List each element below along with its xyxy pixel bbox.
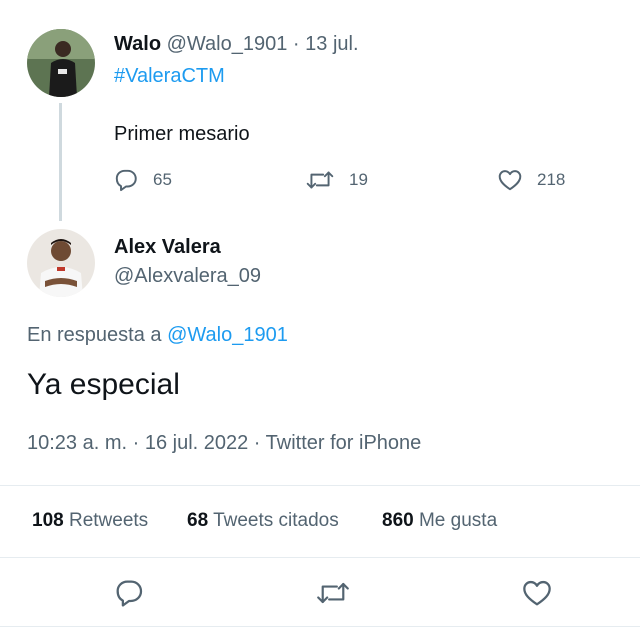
avatar-alex-valera-image bbox=[27, 229, 95, 297]
stat-quote-tweets[interactable]: 68 Tweets citados bbox=[187, 510, 339, 532]
parent-author-handle[interactable]: @Walo_1901 bbox=[167, 33, 288, 55]
reply-icon bbox=[116, 580, 143, 607]
stat-retweets-count: 108 bbox=[32, 510, 64, 531]
parent-reply-count: 65 bbox=[153, 170, 172, 189]
retweet-icon bbox=[306, 171, 334, 189]
stat-quotes-label: Tweets citados bbox=[213, 510, 339, 531]
parent-like-action[interactable]: 218 bbox=[497, 167, 565, 193]
parent-date[interactable]: 13 jul. bbox=[305, 33, 358, 55]
stat-retweets-label: Retweets bbox=[68, 510, 149, 531]
main-like-button[interactable] bbox=[521, 577, 553, 614]
parent-hashtag[interactable]: #ValeraCTM bbox=[114, 65, 225, 88]
parent-retweet-count: 19 bbox=[349, 170, 368, 189]
stat-quotes-count: 68 bbox=[187, 510, 209, 531]
main-retweet-button[interactable] bbox=[315, 577, 351, 614]
stat-likes[interactable]: 860 Me gusta bbox=[382, 510, 497, 532]
parent-separator: · bbox=[292, 33, 300, 55]
parent-tweet-header: Walo @Walo_1901 · 13 jul. bbox=[114, 33, 359, 56]
retweet-icon bbox=[317, 582, 349, 604]
stat-likes-count: 860 bbox=[382, 510, 414, 531]
reply-icon bbox=[115, 169, 137, 192]
parent-author-name[interactable]: Walo bbox=[114, 33, 161, 55]
heart-icon bbox=[523, 580, 551, 606]
parent-like-count: 218 bbox=[537, 170, 566, 189]
main-tweet-meta[interactable]: 10:23 a. m. · 16 jul. 2022 · Twitter for… bbox=[27, 432, 421, 455]
thread-connector-line bbox=[59, 103, 62, 221]
main-author-name[interactable]: Alex Valera bbox=[114, 236, 221, 259]
avatar-alex-valera[interactable] bbox=[27, 229, 95, 297]
stat-likes-label: Me gusta bbox=[418, 510, 498, 531]
reply-context: En respuesta a @Walo_1901 bbox=[27, 324, 288, 347]
divider-bottom bbox=[0, 626, 640, 627]
divider-top bbox=[0, 485, 640, 486]
reply-context-prefix: En respuesta a bbox=[27, 324, 162, 346]
divider-middle bbox=[0, 557, 640, 558]
main-tweet-text: Ya especial bbox=[27, 368, 180, 401]
parent-reply-action[interactable]: 65 bbox=[113, 167, 172, 193]
reply-context-mention[interactable]: @Walo_1901 bbox=[167, 324, 288, 346]
avatar-walo[interactable] bbox=[27, 29, 95, 97]
main-author-handle[interactable]: @Alexvalera_09 bbox=[114, 265, 261, 288]
main-reply-button[interactable] bbox=[113, 577, 145, 614]
avatar-walo-image bbox=[27, 29, 95, 97]
heart-icon bbox=[498, 170, 522, 191]
parent-retweet-action[interactable]: 19 bbox=[305, 167, 368, 193]
stat-retweets[interactable]: 108 Retweets bbox=[32, 510, 148, 532]
parent-tweet-text: Primer mesario bbox=[114, 123, 250, 145]
